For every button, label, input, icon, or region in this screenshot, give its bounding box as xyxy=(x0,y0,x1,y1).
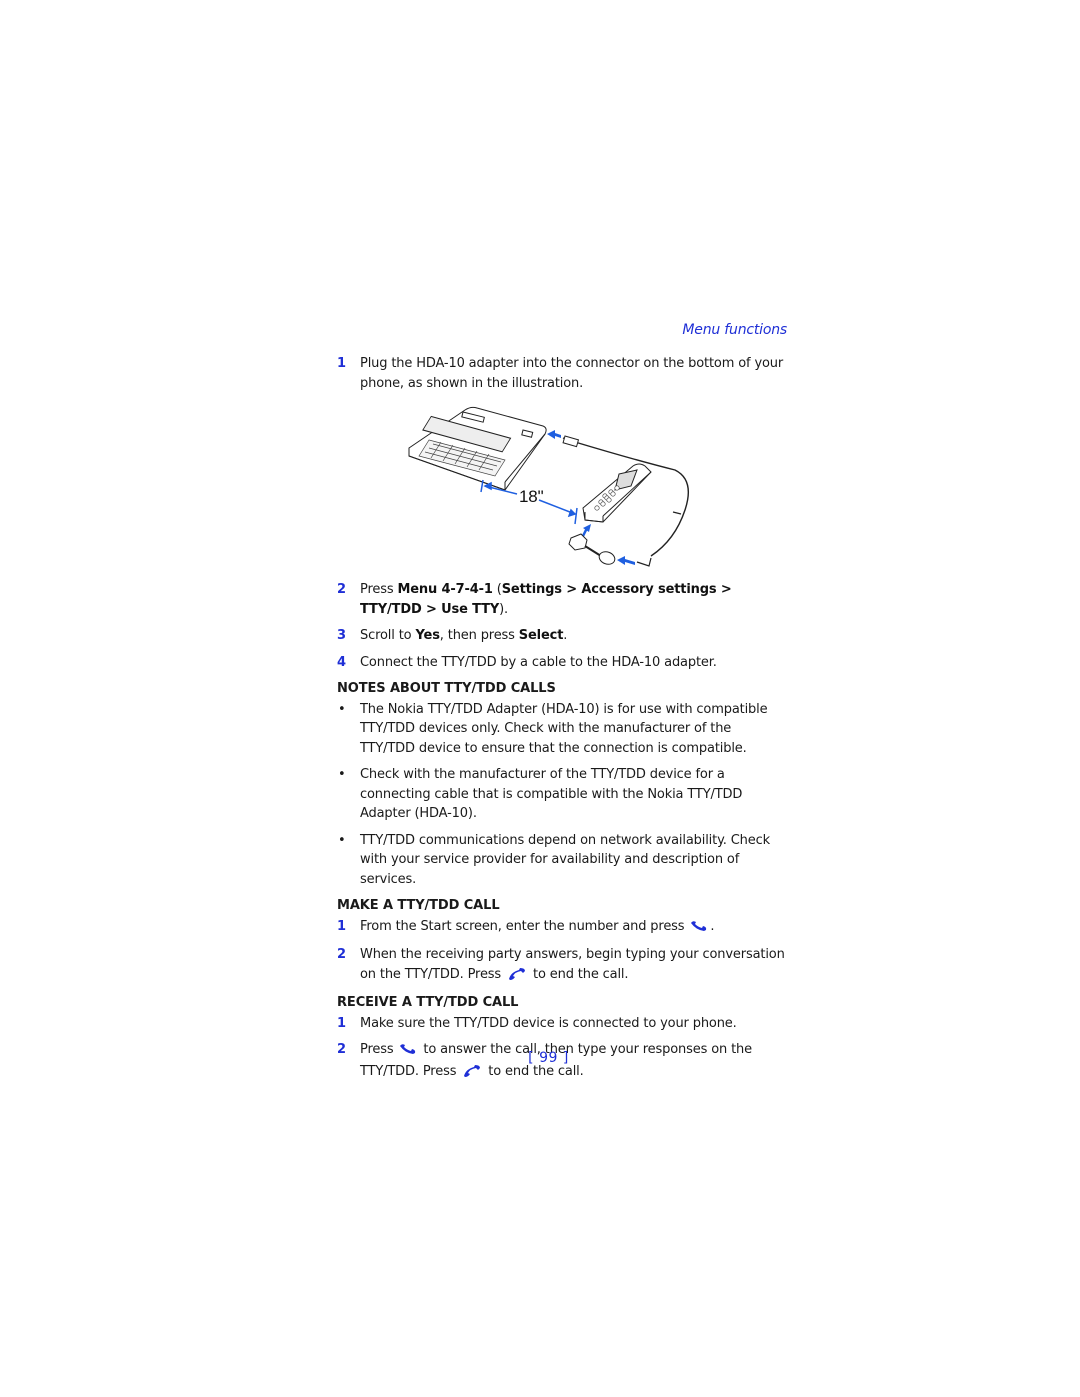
call-key-icon xyxy=(690,919,708,939)
step-text: ( xyxy=(492,582,502,597)
step-text: ). xyxy=(499,601,509,617)
step-text: . xyxy=(563,628,568,643)
step-3-select-yes: 3 Scroll to Yes, then press Select. xyxy=(337,626,789,646)
arrow-icon xyxy=(617,556,635,565)
step-text: From the Start screen, enter the number … xyxy=(360,918,689,934)
tty-phone-connection-diagram: 18" xyxy=(408,406,689,567)
step-text: Connect the TTY/TDD by a cable to the HD… xyxy=(360,654,717,670)
step-1-plug-adapter: 1 Plug the HDA-10 adapter into the conne… xyxy=(337,354,789,393)
step-number: 2 xyxy=(337,947,346,962)
step-text: , then press xyxy=(439,628,519,643)
manual-page: Menu functions 1 Plug the HDA-10 adapter… xyxy=(0,0,1080,1397)
notes-heading: NOTES ABOUT TTY/TDD CALLS xyxy=(337,681,556,696)
phone-icon xyxy=(582,463,652,523)
select-softkey: Select xyxy=(518,628,564,643)
bullet-icon: • xyxy=(338,701,346,717)
step-text: Plug the HDA-10 adapter into the connect… xyxy=(360,356,784,391)
step-2-open-menu: 2 Press Menu 4-7-4-1 (Settings > Accesso… xyxy=(337,580,789,619)
page-content: 1 Plug the HDA-10 adapter into the conne… xyxy=(337,354,789,1090)
section-title: Menu functions xyxy=(682,322,787,338)
step-text: Press xyxy=(360,582,398,597)
note-item: • TTY/TDD communications depend on netwo… xyxy=(337,831,789,890)
distance-label: 18" xyxy=(519,487,544,506)
tty-device-icon xyxy=(408,406,547,491)
make-call-heading: MAKE A TTY/TDD CALL xyxy=(337,898,500,913)
step-text: to end the call. xyxy=(529,966,629,982)
connection-illustration: 18" xyxy=(337,400,789,572)
bullet-icon: • xyxy=(338,767,346,782)
make-call-step-1: 1 From the Start screen, enter the numbe… xyxy=(337,917,789,939)
menu-path: Menu 4-7-4-1 xyxy=(397,582,493,597)
step-number: 4 xyxy=(337,654,346,670)
end-key-icon xyxy=(507,967,527,987)
end-key-icon xyxy=(462,1064,482,1084)
note-text: The Nokia TTY/TDD Adapter (HDA-10) is fo… xyxy=(360,701,768,756)
note-item: • The Nokia TTY/TDD Adapter (HDA-10) is … xyxy=(337,700,789,759)
arrow-icon xyxy=(581,524,591,537)
bullet-icon: • xyxy=(338,832,346,848)
arrow-icon xyxy=(547,430,561,439)
step-number: 3 xyxy=(337,628,346,643)
hda10-adapter-icon xyxy=(568,533,616,565)
step-number: 1 xyxy=(337,918,346,934)
step-4-connect-cable: 4 Connect the TTY/TDD by a cable to the … xyxy=(337,653,789,673)
note-item: • Check with the manufacturer of the TTY… xyxy=(337,765,789,824)
step-text: Scroll to xyxy=(360,628,416,643)
receive-call-step-1: 1 Make sure the TTY/TDD device is connec… xyxy=(337,1014,789,1034)
make-call-step-2: 2 When the receiving party answers, begi… xyxy=(337,945,789,986)
receive-call-heading: RECEIVE A TTY/TDD CALL xyxy=(337,995,519,1010)
step-number: 1 xyxy=(337,1015,346,1031)
step-text: . xyxy=(710,918,715,934)
option-yes: Yes xyxy=(415,628,440,643)
note-text: TTY/TDD communications depend on network… xyxy=(360,832,770,887)
note-text: Check with the manufacturer of the TTY/T… xyxy=(360,767,743,821)
page-number: [ 99 ] xyxy=(528,1050,569,1066)
step-number: 1 xyxy=(337,356,346,371)
step-number: 2 xyxy=(337,582,346,597)
step-text: Make sure the TTY/TDD device is connecte… xyxy=(360,1015,737,1031)
